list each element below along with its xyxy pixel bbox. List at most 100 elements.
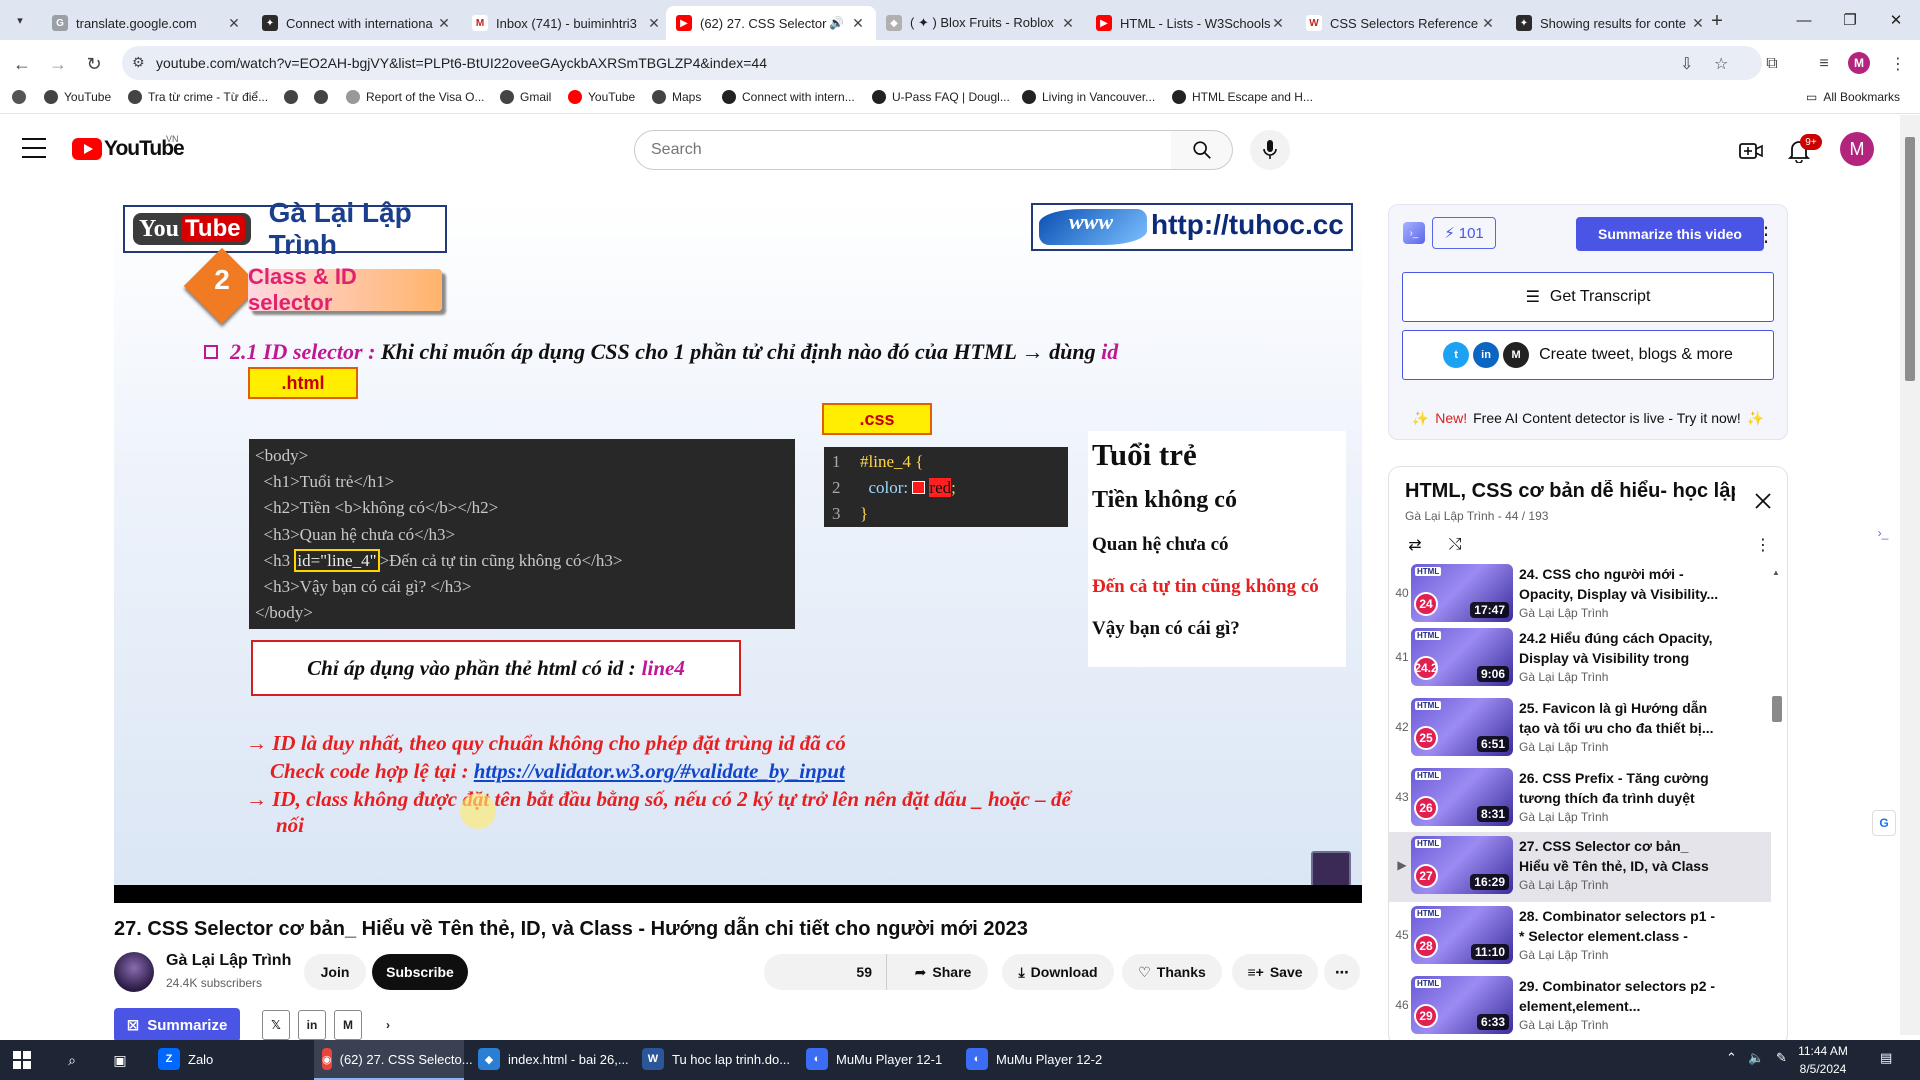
- playlist-video-title[interactable]: 26. CSS Prefix - Tăng cường tương thích …: [1519, 768, 1719, 808]
- playlist-item[interactable]: 45 HTML 28 11:10 28. Combinator selectors p1…: [1389, 902, 1771, 972]
- playlist-video-title[interactable]: 28. Combinator selectors p1 - * Selector…: [1519, 906, 1719, 946]
- thanks-button[interactable]: ♡ Thanks: [1122, 954, 1222, 990]
- back-icon[interactable]: ←: [8, 50, 36, 78]
- ai-detector-banner[interactable]: ✨ New! Free AI Content detector is live - …: [1388, 402, 1788, 434]
- bookmark-item[interactable]: Maps: [652, 90, 701, 104]
- youtube-logo-icon[interactable]: [72, 138, 102, 160]
- bookmark-item[interactable]: HTML Escape and H...: [1172, 90, 1313, 104]
- join-button[interactable]: Join: [304, 954, 366, 990]
- video-thumbnail[interactable]: HTML 25 6:51: [1411, 698, 1513, 756]
- pen-icon[interactable]: ✎: [1776, 1050, 1787, 1066]
- bookmark-item[interactable]: Tra từ crime - Từ điể...: [128, 90, 268, 104]
- browser-tab[interactable]: ◆ ( ✦ ) Blox Fruits - Roblox ✕: [876, 6, 1086, 40]
- page-scrollbar-thumb[interactable]: [1905, 137, 1915, 381]
- shuffle-icon[interactable]: ⤭: [1440, 532, 1470, 558]
- playlist-video-title[interactable]: 24.2 Hiểu đúng cách Opacity, Display và …: [1519, 628, 1719, 668]
- task-view-icon[interactable]: ▣: [106, 1048, 134, 1072]
- playlist-video-title[interactable]: 24. CSS cho người mới - Opacity, Display…: [1519, 564, 1719, 604]
- video-thumbnail[interactable]: HTML 24.2 9:06: [1411, 628, 1513, 686]
- bookmark-item[interactable]: Gmail: [500, 90, 551, 104]
- bookmark-item[interactable]: YouTube: [44, 90, 111, 104]
- search-box[interactable]: [634, 130, 1172, 170]
- browser-tab[interactable]: ✦ Connect with internationa ✕: [252, 6, 462, 40]
- save-button[interactable]: ≡+ Save: [1232, 954, 1318, 990]
- more-actions-button[interactable]: ⋯: [1324, 954, 1360, 990]
- tab-search-dropdown-icon[interactable]: ▾: [8, 8, 32, 32]
- linkedin-share-icon[interactable]: in: [298, 1010, 326, 1040]
- extension-float-icon[interactable]: ›_: [1870, 520, 1896, 546]
- taskbar-app[interactable]: Z Zalo: [150, 1040, 300, 1080]
- playlist-item[interactable]: 41 HTML 24.2 9:06 24.2 Hiểu đúng cách Opacit…: [1389, 624, 1771, 694]
- playlist-item[interactable]: 40 HTML 24 17:47 24. CSS cho người mới - Opa…: [1389, 560, 1771, 630]
- video-thumbnail[interactable]: HTML 26 8:31: [1411, 768, 1513, 826]
- video-thumbnail[interactable]: HTML 24 17:47: [1411, 564, 1513, 622]
- playlist-video-title[interactable]: 25. Favicon là gì Hướng dẫn tạo và tối ư…: [1519, 698, 1719, 738]
- loop-icon[interactable]: ⇄: [1400, 532, 1430, 558]
- minimize-icon[interactable]: —: [1784, 8, 1824, 32]
- taskbar-app[interactable]: ◆ index.html - bai 26,...: [470, 1040, 630, 1080]
- reload-icon[interactable]: ↻: [80, 50, 108, 78]
- download-button[interactable]: ⤓ Download: [1002, 954, 1114, 990]
- media-controls-icon[interactable]: ≡: [1810, 50, 1838, 78]
- medium-share-icon[interactable]: M: [334, 1010, 362, 1040]
- taskbar-app[interactable]: ◉ (62) 27. CSS Selecto...: [314, 1040, 473, 1080]
- page-scrollbar[interactable]: [1900, 115, 1920, 1035]
- all-bookmarks[interactable]: ▭ All Bookmarks: [1806, 90, 1900, 104]
- profile-avatar[interactable]: M: [1848, 52, 1870, 74]
- browser-tab[interactable]: M Inbox (741) - buiminhtri3 ✕: [462, 6, 672, 40]
- video-thumbnail[interactable]: HTML 27 16:29: [1411, 836, 1513, 894]
- chevron-right-icon[interactable]: ›: [374, 1010, 402, 1040]
- taskbar-app[interactable]: W Tu hoc lap trinh.do...: [634, 1040, 794, 1080]
- video-frame-slide[interactable]: You Tube Gà Lại Lập Trình www http://tuho…: [114, 199, 1362, 885]
- system-clock[interactable]: 11:44 AM 8/5/2024: [1788, 1042, 1858, 1078]
- playlist-scrollbar[interactable]: [1772, 696, 1782, 722]
- url-text[interactable]: youtube.com/watch?v=EO2AH-bgjVY&list=PLP…: [156, 55, 767, 71]
- video-thumbnail[interactable]: HTML 29 6:33: [1411, 976, 1513, 1034]
- tab-close-icon[interactable]: ✕: [1060, 15, 1076, 32]
- tab-close-icon[interactable]: ✕: [226, 15, 242, 32]
- bookmark-item[interactable]: [284, 90, 304, 104]
- bookmark-star-icon[interactable]: ☆: [1714, 54, 1728, 74]
- browser-tab[interactable]: ✦ Showing results for conte ✕: [1506, 6, 1716, 40]
- search-input[interactable]: [635, 131, 1171, 169]
- taskbar-search-icon[interactable]: ⌕: [58, 1048, 86, 1072]
- tab-close-icon[interactable]: ✕: [850, 15, 866, 32]
- video-thumbnail[interactable]: HTML 28 11:10: [1411, 906, 1513, 964]
- bookmark-item[interactable]: Report of the Visa O...: [346, 90, 485, 104]
- bookmark-item[interactable]: [314, 90, 334, 104]
- close-playlist-icon[interactable]: [1748, 486, 1778, 516]
- taskbar-app[interactable]: ◐ MuMu Player 12-1: [798, 1040, 956, 1080]
- browser-tab[interactable]: Gtranslate.google.com ✕: [42, 6, 252, 40]
- tray-overflow-icon[interactable]: ⌃: [1726, 1050, 1737, 1066]
- playlist-item[interactable]: ▶ HTML 27 16:29 27. CSS Selector cơ bản_ Hiể…: [1389, 832, 1771, 902]
- share-button[interactable]: ➦ Share: [898, 954, 988, 990]
- create-video-icon[interactable]: [1736, 136, 1766, 166]
- bookmark-item[interactable]: YouTube: [568, 90, 635, 104]
- tab-close-icon[interactable]: ✕: [1270, 15, 1286, 32]
- tab-close-icon[interactable]: ✕: [1480, 15, 1496, 32]
- bookmark-item[interactable]: U-Pass FAQ | Dougl...: [872, 90, 1010, 104]
- new-tab-button[interactable]: +: [1704, 8, 1730, 34]
- address-bar[interactable]: ⚙ youtube.com/watch?v=EO2AH-bgjVY&list=P…: [122, 46, 1762, 80]
- tab-audio-icon[interactable]: 🔊: [829, 16, 844, 30]
- playlist-item[interactable]: 42 HTML 25 6:51 25. Favicon là gì Hướng dẫn …: [1389, 694, 1771, 764]
- playlist-video-title[interactable]: 27. CSS Selector cơ bản_ Hiểu về Tên thẻ…: [1519, 836, 1719, 876]
- subscribe-button[interactable]: Subscribe: [372, 954, 468, 990]
- translate-float-icon[interactable]: G: [1872, 810, 1896, 836]
- extensions-icon[interactable]: ⧉: [1758, 50, 1786, 78]
- browser-tab[interactable]: W CSS Selectors Reference ✕: [1296, 6, 1506, 40]
- playlist-channel[interactable]: Gà Lại Lập Trình: [1405, 509, 1494, 523]
- restore-icon[interactable]: ❐: [1830, 8, 1870, 32]
- playlist-item[interactable]: 46 HTML 29 6:33 29. Combinator selectors p2 …: [1389, 972, 1771, 1042]
- browser-tab[interactable]: ▶ HTML - Lists - W3Schools ✕: [1086, 6, 1296, 40]
- tab-close-icon[interactable]: ✕: [436, 15, 452, 32]
- bookmark-item[interactable]: Living in Vancouver...: [1022, 90, 1155, 104]
- volume-icon[interactable]: 🔈: [1748, 1050, 1764, 1066]
- browser-menu-icon[interactable]: ⋮: [1884, 50, 1912, 78]
- playlist-menu-icon[interactable]: ⋮: [1748, 532, 1778, 558]
- summarize-video-button[interactable]: Summarize this video: [1576, 217, 1764, 251]
- bookmark-item[interactable]: Connect with intern...: [722, 90, 855, 104]
- notification-center-icon[interactable]: ▤: [1880, 1050, 1892, 1066]
- extension-menu-icon[interactable]: ⋮: [1756, 220, 1776, 248]
- summarize-button[interactable]: ⊠ Summarize: [114, 1008, 240, 1042]
